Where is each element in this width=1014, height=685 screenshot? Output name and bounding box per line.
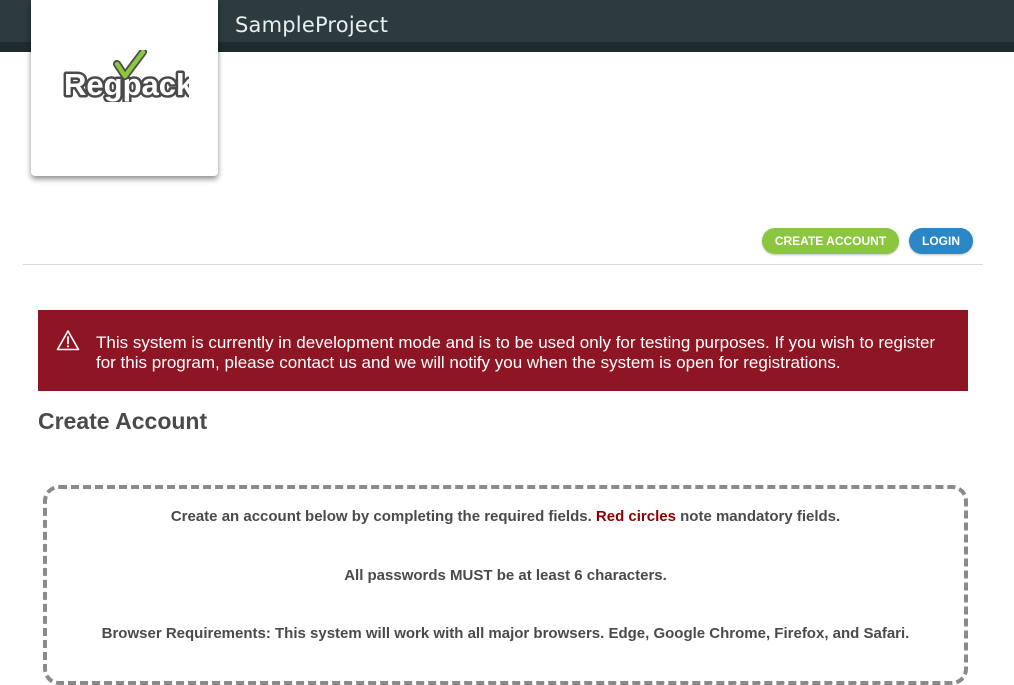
page-title: Create Account bbox=[38, 408, 208, 434]
password-note: All passwords MUST be at least 6 charact… bbox=[344, 567, 667, 584]
logo-card[interactable]: Regpack Regpack bbox=[31, 0, 218, 176]
intro-suffix: note mandatory fields. bbox=[680, 508, 841, 525]
login-button[interactable]: LOGIN bbox=[909, 228, 973, 254]
development-mode-alert: This system is currently in development … bbox=[38, 310, 968, 391]
project-title: SampleProject bbox=[235, 13, 389, 37]
instructions-box: Create an account below by completing th… bbox=[43, 485, 968, 685]
warning-triangle-icon bbox=[56, 330, 80, 351]
account-nav: CREATE ACCOUNT LOGIN bbox=[23, 228, 983, 265]
alert-message: This system is currently in development … bbox=[96, 333, 936, 372]
regpack-logo: Regpack Regpack bbox=[62, 50, 189, 102]
browser-requirements-note: Browser Requirements: This system will w… bbox=[101, 625, 910, 642]
intro-prefix: Create an account below by completing th… bbox=[170, 508, 592, 525]
create-account-button[interactable]: CREATE ACCOUNT bbox=[762, 228, 899, 254]
required-fields-note: Create an account below by completing th… bbox=[47, 508, 964, 525]
red-circles-highlight: Red circles bbox=[595, 508, 676, 525]
